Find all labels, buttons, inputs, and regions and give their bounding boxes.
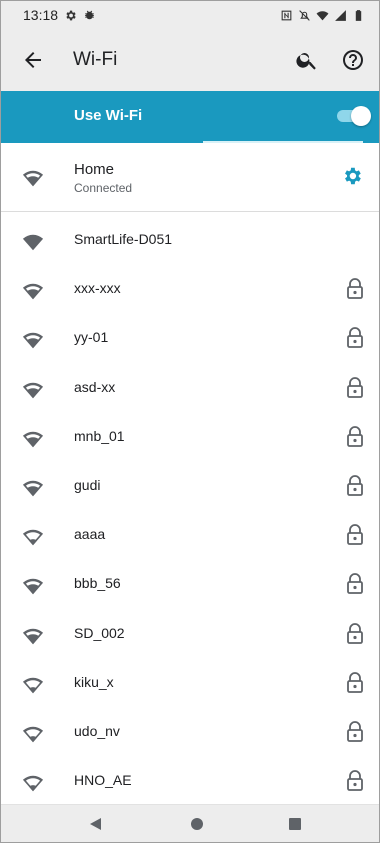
wifi-signal-low-icon [22,677,44,694]
network-row[interactable]: asd-xx [1,364,379,414]
wifi-signal-low-icon [22,529,44,546]
network-row[interactable]: gudi [1,462,379,512]
network-row[interactable]: SmartLife-D051 [1,216,379,266]
network-row[interactable]: kiku_x [1,659,379,709]
lock-icon [347,671,363,693]
network-name: yy-01 [74,329,109,346]
wifi-icon [316,10,329,20]
navigation-bar [1,804,379,842]
network-name: xxx-xxx [74,280,121,297]
lock-icon [347,376,363,398]
connected-network-row[interactable]: Home Connected [1,143,379,212]
wifi-signal-full-icon [22,234,44,251]
network-row[interactable]: aaaa [1,511,379,561]
network-row[interactable]: HNO_AE [1,757,379,807]
status-time: 13:18 [23,7,59,23]
wifi-signal-medium-icon [22,333,44,349]
toggle-thumb [351,106,371,126]
lock-icon [347,278,363,300]
wifi-signal-medium-icon [22,431,44,448]
wifi-toggle-switch[interactable] [337,106,371,126]
page-title: Wi-Fi [73,49,118,70]
lock-icon [347,524,363,546]
nfc-icon [281,10,292,20]
network-name: kiku_x [74,673,114,690]
network-row[interactable]: bbb_56 [1,560,379,610]
connected-network-name: Home [74,161,115,178]
network-name: aaaa [74,526,106,543]
gear-icon[interactable] [341,165,363,187]
arrow-back-icon[interactable] [21,48,45,72]
status-bar: 13:18 [1,1,379,29]
wifi-signal-low-icon [22,726,44,743]
square-recents-icon[interactable] [288,817,302,831]
app-bar: Wi-Fi [1,29,379,91]
screen: 13:18 Wi-Fi Use Wi-Fi Home Connected Sma… [0,0,380,843]
lock-icon [347,770,363,792]
lock-icon [347,425,363,447]
use-wifi-bar[interactable]: Use Wi-Fi [1,91,379,143]
network-name: mnb_01 [74,427,125,444]
bug-icon [85,10,94,19]
battery-icon [355,9,362,21]
gear-icon [66,10,76,20]
wifi-signal-medium-icon [22,480,44,497]
lock-icon [347,622,363,644]
help-icon[interactable] [341,48,365,72]
wifi-signal-medium-icon [22,628,44,644]
lock-icon [347,573,363,595]
lock-icon [347,475,363,496]
lock-icon [347,327,363,349]
network-name: gudi [74,477,101,493]
network-name: SmartLife-D051 [74,231,173,247]
wifi-signal-medium-icon [22,382,44,398]
wifi-signal-medium-icon [22,283,44,300]
lock-icon [347,721,363,742]
network-row[interactable]: SD_002 [1,610,379,660]
network-row[interactable]: udo_nv [1,708,379,758]
wifi-signal-medium-icon [22,170,44,187]
network-name: HNO_AE [74,772,132,789]
network-name: udo_nv [74,723,120,739]
connected-network-status: Connected [74,181,133,195]
network-row[interactable]: mnb_01 [1,413,379,463]
network-name: asd-xx [74,378,116,395]
wifi-signal-low-icon [22,775,44,792]
signal-icon [335,9,346,21]
triangle-back-icon[interactable] [89,817,103,831]
circle-home-icon[interactable] [190,817,204,831]
mute-icon [299,9,310,21]
network-name: bbb_56 [74,575,121,592]
use-wifi-label: Use Wi-Fi [74,107,143,124]
network-name: SD_002 [74,624,125,641]
search-icon[interactable] [295,48,319,72]
network-row[interactable]: xxx-xxx [1,265,379,315]
wifi-signal-medium-icon [22,579,44,595]
network-row[interactable]: yy-01 [1,314,379,364]
